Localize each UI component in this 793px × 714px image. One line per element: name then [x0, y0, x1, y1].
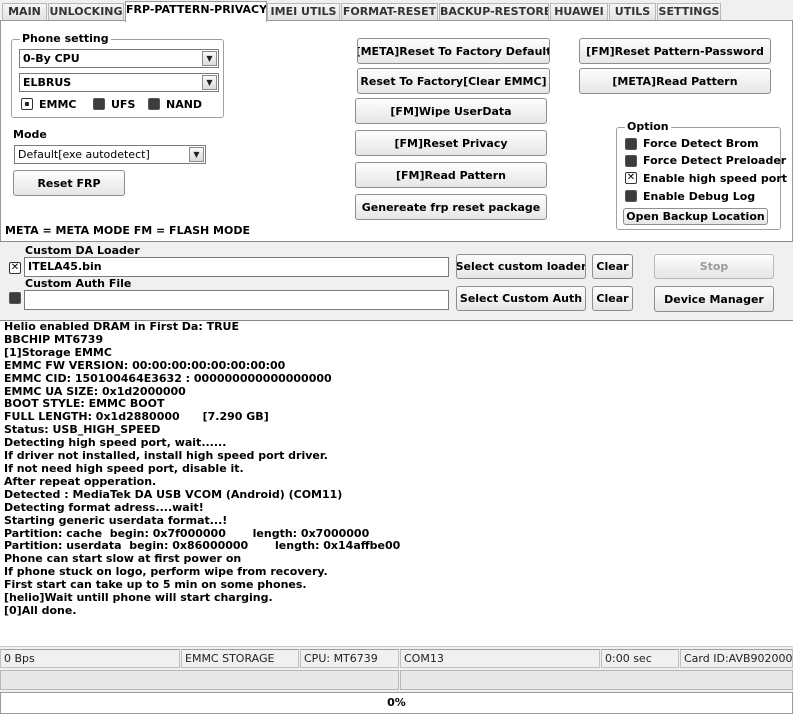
- status-cpu: CPU: MT6739: [300, 649, 399, 668]
- force-detect-brom-checkbox[interactable]: [625, 138, 637, 150]
- log-output[interactable]: Helio enabled DRAM in First Da: TRUE BBC…: [0, 321, 793, 646]
- custom-auth-file-checkbox[interactable]: [9, 292, 21, 304]
- option-title: Option: [625, 120, 671, 133]
- ufs-radio[interactable]: [93, 98, 105, 110]
- progress-bar-right: [400, 670, 793, 690]
- status-port: COM13: [400, 649, 600, 668]
- tab-unlocking[interactable]: UNLOCKING: [48, 3, 124, 20]
- tab-format-reset[interactable]: FORMAT-RESET: [341, 3, 438, 20]
- phone-setting-title: Phone setting: [20, 32, 111, 45]
- mode-select-value: Default[exe autodetect]: [18, 148, 150, 161]
- meta-read-pattern-button[interactable]: [META]Read Pattern: [579, 68, 771, 94]
- clear-auth-button[interactable]: Clear: [592, 286, 633, 311]
- brand-select-value: 0-By CPU: [23, 52, 80, 65]
- generate-frp-package-button[interactable]: Genereate frp reset package: [355, 194, 547, 220]
- status-bar: 0 Bps EMMC STORAGE CPU: MT6739 COM13 0:0…: [0, 646, 793, 668]
- tab-imei-utils[interactable]: IMEI UTILS: [267, 3, 340, 20]
- force-detect-preloader-checkbox[interactable]: [625, 155, 637, 167]
- check-icon: ✕: [10, 262, 20, 273]
- status-storage: EMMC STORAGE: [181, 649, 299, 668]
- model-select-value: ELBRUS: [23, 76, 72, 89]
- secondary-progress: [0, 669, 793, 691]
- fm-wipe-userdata-button[interactable]: [FM]Wipe UserData: [355, 98, 547, 124]
- progress-percent: 0%: [387, 696, 406, 709]
- force-detect-preloader-label: Force Detect Preloader: [643, 154, 787, 167]
- log-line: EMMC CID: 150100464E3632 : 0000000000000…: [4, 371, 332, 385]
- device-manager-button[interactable]: Device Manager: [654, 286, 774, 312]
- meta-reset-factory-button[interactable]: [META]Reset To Factory Default: [357, 38, 550, 64]
- check-icon: ✕: [626, 172, 636, 183]
- custom-da-loader-field[interactable]: ITELA45.bin: [24, 257, 449, 277]
- status-time: 0:00 sec: [601, 649, 679, 668]
- tab-backup-restore[interactable]: BACKUP-RESTORE: [439, 3, 549, 20]
- stop-button[interactable]: Stop: [654, 254, 774, 279]
- fm-reset-pattern-password-button[interactable]: [FM]Reset Pattern-Password: [579, 38, 771, 64]
- select-custom-auth-button[interactable]: Select Custom Auth: [456, 286, 586, 311]
- force-detect-brom-label: Force Detect Brom: [643, 137, 759, 150]
- enable-debug-log-checkbox[interactable]: [625, 190, 637, 202]
- mode-select[interactable]: Default[exe autodetect] ▼: [14, 145, 206, 164]
- radio-dot-icon: [25, 102, 29, 106]
- model-select[interactable]: ELBRUS ▼: [19, 73, 219, 92]
- tab-frp-pattern-privacy[interactable]: FRP-PATTERN-PRIVACY: [125, 1, 267, 22]
- brand-select[interactable]: 0-By CPU ▼: [19, 49, 219, 68]
- log-line: EMMC FW VERSION: 00:00:00:00:00:00:00:00: [4, 358, 286, 372]
- chevron-down-icon[interactable]: ▼: [202, 75, 217, 90]
- main-progress-bar: 0%: [0, 692, 793, 714]
- nand-label: NAND: [166, 98, 203, 111]
- loader-panel: Custom DA Loader ✕ ITELA45.bin Select cu…: [0, 241, 793, 321]
- custom-auth-file-label: Custom Auth File: [25, 277, 132, 290]
- reset-factory-clear-emmc-button[interactable]: Reset To Factory[Clear EMMC]: [357, 68, 550, 94]
- log-line: BBCHIP MT6739: [4, 332, 104, 346]
- log-line: Helio enabled DRAM in First Da: TRUE: [4, 321, 239, 333]
- chevron-down-icon[interactable]: ▼: [202, 51, 217, 66]
- open-backup-location-button[interactable]: Open Backup Location: [623, 208, 768, 225]
- frp-panel: Phone setting 0-By CPU ▼ ELBRUS ▼ EMMC U…: [0, 21, 793, 241]
- enable-debug-log-label: Enable Debug Log: [643, 190, 756, 203]
- log-line: Detected : MediaTek DA USB VCOM (Android…: [4, 487, 343, 501]
- ufs-label: UFS: [111, 98, 136, 111]
- select-custom-loader-button[interactable]: Select custom loader: [456, 254, 586, 279]
- mode-label: Mode: [13, 128, 47, 141]
- log-line: [helio]Wait untill phone will start char…: [4, 591, 273, 605]
- log-line: [0]All done.: [4, 603, 77, 617]
- fm-read-pattern-button[interactable]: [FM]Read Pattern: [355, 162, 547, 188]
- nand-radio[interactable]: [148, 98, 160, 110]
- enable-high-speed-port-label: Enable high speed port: [643, 172, 787, 185]
- log-line: After repeat opperation.: [4, 474, 157, 488]
- log-line: [1]Storage EMMC: [4, 345, 112, 359]
- emmc-label: EMMC: [39, 98, 77, 111]
- tab-bar: MAIN UNLOCKING FRP-PATTERN-PRIVACY IMEI …: [0, 0, 793, 22]
- custom-da-loader-label: Custom DA Loader: [25, 244, 140, 257]
- tab-settings[interactable]: SETTINGS: [657, 3, 721, 20]
- status-speed: 0 Bps: [0, 649, 180, 668]
- log-line: If not need high speed port, disable it.: [4, 461, 244, 475]
- reset-frp-button[interactable]: Reset FRP: [13, 170, 125, 196]
- emmc-radio[interactable]: [21, 98, 33, 110]
- chevron-down-icon[interactable]: ▼: [189, 147, 204, 162]
- progress-bar-left: [0, 670, 399, 690]
- fm-reset-privacy-button[interactable]: [FM]Reset Privacy: [355, 130, 547, 156]
- tab-utils[interactable]: UTILS: [609, 3, 656, 20]
- tab-huawei[interactable]: HUAWEI: [550, 3, 608, 20]
- status-card-id: Card ID:AVB9020007: [680, 649, 793, 668]
- custom-da-loader-checkbox[interactable]: ✕: [9, 262, 21, 274]
- log-line: Detecting format adress....wait!: [4, 500, 204, 514]
- mode-legend-note: META = META MODE FM = FLASH MODE: [5, 224, 250, 237]
- tab-main[interactable]: MAIN: [2, 3, 47, 20]
- enable-high-speed-port-checkbox[interactable]: ✕: [625, 172, 637, 184]
- custom-auth-file-field[interactable]: [24, 290, 449, 310]
- clear-loader-button[interactable]: Clear: [592, 254, 633, 279]
- log-line: Starting generic userdata format...!: [4, 513, 228, 527]
